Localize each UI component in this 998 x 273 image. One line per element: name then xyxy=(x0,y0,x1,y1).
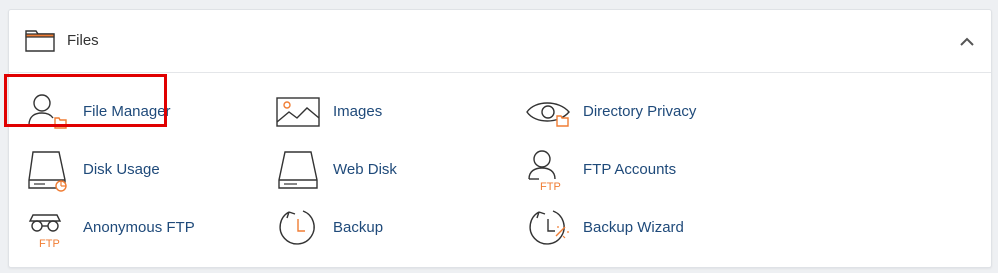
directory-privacy-link[interactable]: Directory Privacy xyxy=(525,90,755,134)
anonymous-ftp-link[interactable]: FTP Anonymous FTP xyxy=(25,206,245,250)
item-label: Backup xyxy=(333,219,384,236)
item-label: Images xyxy=(333,103,383,120)
images-icon xyxy=(276,97,320,127)
disk-usage-link[interactable]: Disk Usage xyxy=(25,148,245,192)
files-panel: Files File Manager Images Directory Priv… xyxy=(8,9,992,268)
backup-icon xyxy=(279,210,315,245)
item-label: FTP Accounts xyxy=(583,161,677,178)
ftp-accounts-icon: FTP xyxy=(528,150,561,192)
images-link[interactable]: Images xyxy=(275,90,475,134)
item-label: Backup Wizard xyxy=(583,219,684,236)
chevron-up-icon[interactable] xyxy=(957,32,977,52)
item-label: Anonymous FTP xyxy=(83,219,195,236)
web-disk-link[interactable]: Web Disk xyxy=(275,148,475,192)
item-label: Disk Usage xyxy=(83,161,160,178)
ftp-accounts-link[interactable]: FTP FTP Accounts xyxy=(525,148,755,192)
ftp-icon-text: FTP xyxy=(540,181,561,192)
web-disk-icon xyxy=(278,151,318,189)
backup-wizard-icon xyxy=(529,210,569,245)
item-label: Directory Privacy xyxy=(583,103,697,120)
anonymous-ftp-icon: FTP xyxy=(28,214,62,250)
panel-header[interactable]: Files xyxy=(9,10,991,73)
directory-privacy-icon xyxy=(526,102,570,127)
folder-icon xyxy=(25,30,55,52)
highlight-box xyxy=(4,74,167,127)
section-title: Files xyxy=(67,32,99,49)
disk-usage-icon xyxy=(28,151,67,192)
backup-wizard-link[interactable]: Backup Wizard xyxy=(525,206,755,250)
ftp-icon-text: FTP xyxy=(39,238,60,250)
backup-link[interactable]: Backup xyxy=(275,206,475,250)
item-label: Web Disk xyxy=(333,161,397,178)
